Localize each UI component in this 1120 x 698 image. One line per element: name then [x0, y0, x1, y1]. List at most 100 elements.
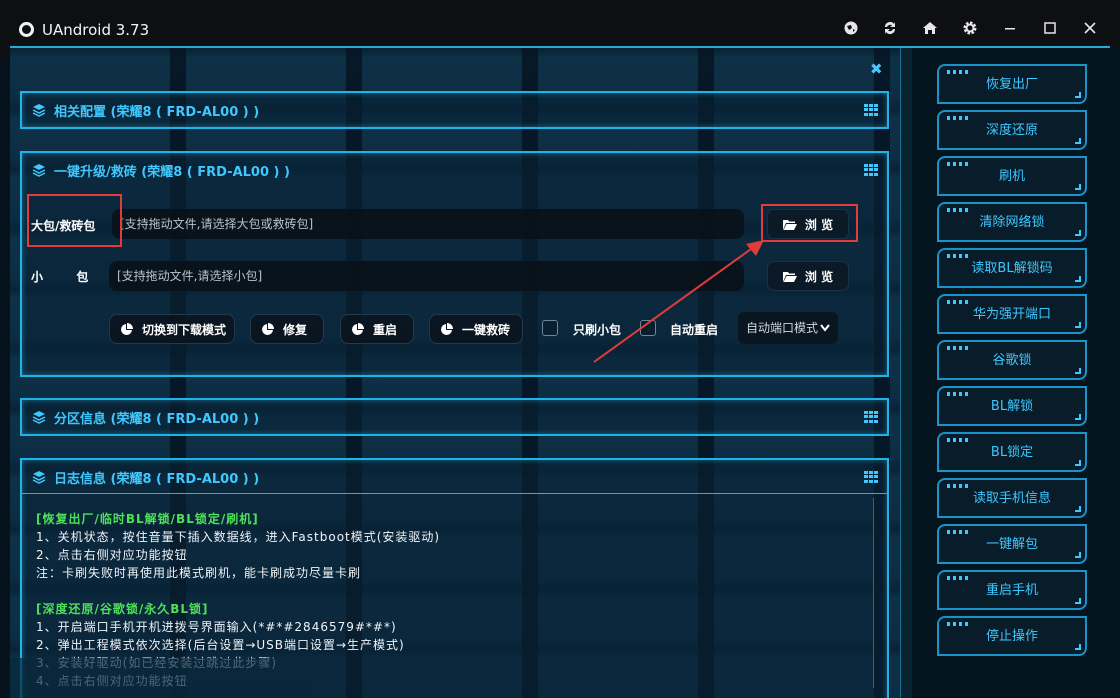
sidebar-button-12[interactable]: 重启手机: [937, 570, 1087, 610]
sidebar-button-4[interactable]: 清除网络锁: [937, 202, 1087, 242]
refresh-icon[interactable]: [880, 20, 900, 40]
button-dots-decoration: [947, 622, 968, 626]
app-logo-icon: [19, 22, 34, 37]
app-title: UAndroid 3.73: [42, 21, 150, 39]
pie-chart-icon: [352, 323, 364, 335]
button-corner-decoration: [1075, 184, 1081, 190]
button-dots-decoration: [947, 346, 968, 350]
log-line: 1、关机状态，按住音量下插入数据线，进入Fastboot模式(安装驱动): [36, 530, 441, 544]
chevron-down-icon: [820, 324, 830, 332]
panel-config-title: 相关配置 (荣耀8 ( FRD-AL00 ) ): [54, 105, 260, 120]
sidebar-button-7[interactable]: 谷歌锁: [937, 340, 1087, 380]
button-corner-decoration: [1075, 230, 1081, 236]
pie-chart-icon: [121, 323, 133, 335]
panel-log-title: 日志信息 (荣耀8 ( FRD-AL00 ) ): [54, 472, 260, 487]
log-scrollbar[interactable]: [873, 498, 887, 688]
sidebar-button-label: 清除网络锁: [979, 215, 1045, 230]
panel-upgrade-title: 一键升级/救砖 (荣耀8 ( FRD-AL00 ) ): [54, 165, 290, 180]
small-only-checkbox[interactable]: [542, 320, 558, 336]
close-icon[interactable]: [1080, 20, 1100, 40]
reboot-button[interactable]: 重启: [340, 314, 414, 344]
sidebar-button-1[interactable]: 恢复出厂: [937, 64, 1087, 104]
button-dots-decoration: [947, 300, 968, 304]
grid-icon[interactable]: [864, 471, 878, 483]
panel-config: 相关配置 (荣耀8 ( FRD-AL00 ) ): [20, 91, 889, 129]
button-corner-decoration: [1075, 552, 1081, 558]
sidebar-button-label: 华为强开端口: [972, 307, 1051, 322]
sidebar-button-11[interactable]: 一键解包: [937, 524, 1087, 564]
repair-label: 修复: [283, 323, 308, 337]
minimize-icon[interactable]: [1000, 20, 1020, 40]
button-dots-decoration: [947, 208, 968, 212]
grid-icon[interactable]: [864, 104, 878, 116]
grid-icon[interactable]: [864, 164, 878, 176]
repair-button[interactable]: 修复: [250, 314, 324, 344]
button-corner-decoration: [1075, 598, 1081, 604]
status-strip: [10, 658, 310, 698]
sidebar-button-label: BL锁定: [990, 445, 1034, 460]
sidebar-button-label: 重启手机: [985, 583, 1038, 598]
button-dots-decoration: [947, 392, 968, 396]
layers-icon: [32, 104, 46, 117]
maximize-icon[interactable]: [1040, 20, 1060, 40]
button-dots-decoration: [947, 162, 968, 166]
sidebar-button-5[interactable]: 读取BL解锁码: [937, 248, 1087, 288]
log-line: 2、点击右侧对应功能按钮: [36, 548, 188, 562]
layers-icon: [32, 411, 46, 424]
button-corner-decoration: [1075, 92, 1081, 98]
sidebar-button-3[interactable]: 刷机: [937, 156, 1087, 196]
log-line: 注：卡刷失败时再使用此模式刷机，能卡刷成功尽量卡刷: [36, 566, 362, 580]
sidebar-button-13[interactable]: 停止操作: [937, 616, 1087, 656]
log-line: 2、弹出工程模式依次选择(后台设置→USB端口设置→生产模式): [36, 638, 405, 652]
button-dots-decoration: [947, 254, 968, 258]
panel-close-icon[interactable]: ✖: [870, 60, 883, 78]
sidebar-button-6[interactable]: 华为强开端口: [937, 294, 1087, 334]
reboot-label: 重启: [373, 323, 398, 337]
sidebar-button-label: BL解锁: [990, 399, 1034, 414]
panel-partition: 分区信息 (荣耀8 ( FRD-AL00 ) ): [20, 398, 889, 436]
annotation-arrow: [593, 240, 764, 363]
browse-small-label: 浏 览: [804, 270, 834, 284]
panel-upgrade-header[interactable]: 一键升级/救砖 (荣耀8 ( FRD-AL00 ) ): [22, 153, 887, 187]
switch-download-mode-label: 切换到下载模式: [142, 323, 227, 337]
sidebar-button-2[interactable]: 深度还原: [937, 110, 1087, 150]
sidebar-button-9[interactable]: BL锁定: [937, 432, 1087, 472]
folder-open-icon: [782, 272, 797, 282]
button-dots-decoration: [947, 70, 968, 74]
sidebar-button-8[interactable]: BL解锁: [937, 386, 1087, 426]
sidebar-divider: [900, 48, 912, 698]
sidebar-button-label: 恢复出厂: [985, 77, 1038, 92]
browser-icon[interactable]: [841, 20, 861, 40]
sidebar-button-label: 读取手机信息: [972, 491, 1051, 506]
pie-chart-icon: [441, 323, 453, 335]
panel-config-header[interactable]: 相关配置 (荣耀8 ( FRD-AL00 ) ): [22, 93, 887, 127]
sidebar-button-label: 一键解包: [985, 537, 1038, 552]
sidebar-button-label: 刷机: [998, 169, 1025, 184]
panel-log-header[interactable]: 日志信息 (荣耀8 ( FRD-AL00 ) ): [22, 460, 887, 494]
button-corner-decoration: [1075, 138, 1081, 144]
button-corner-decoration: [1075, 322, 1081, 328]
button-dots-decoration: [947, 484, 968, 488]
button-dots-decoration: [947, 530, 968, 534]
switch-download-mode-button[interactable]: 切换到下载模式: [109, 314, 235, 344]
log-line: [深度还原/谷歌锁/永久BL锁]: [36, 602, 209, 616]
panel-partition-title: 分区信息 (荣耀8 ( FRD-AL00 ) ): [54, 412, 260, 427]
log-line: [恢复出厂/临时BL解锁/BL锁定/刷机]: [36, 512, 259, 526]
panel-partition-header[interactable]: 分区信息 (荣耀8 ( FRD-AL00 ) ): [22, 400, 887, 434]
sidebar-button-10[interactable]: 读取手机信息: [937, 478, 1087, 518]
button-dots-decoration: [947, 576, 968, 580]
button-corner-decoration: [1075, 368, 1081, 374]
button-corner-decoration: [1075, 460, 1081, 466]
button-corner-decoration: [1075, 644, 1081, 650]
gear-icon[interactable]: [960, 20, 980, 40]
one-click-unbrick-button[interactable]: 一键救砖: [429, 314, 523, 344]
sidebar-button-label: 停止操作: [985, 629, 1038, 644]
home-icon[interactable]: [920, 20, 940, 40]
grid-icon[interactable]: [864, 411, 878, 423]
pie-chart-icon: [262, 323, 274, 335]
button-corner-decoration: [1075, 276, 1081, 282]
button-dots-decoration: [947, 116, 968, 120]
layers-icon: [32, 471, 46, 484]
annotation-box-label: [27, 194, 122, 247]
